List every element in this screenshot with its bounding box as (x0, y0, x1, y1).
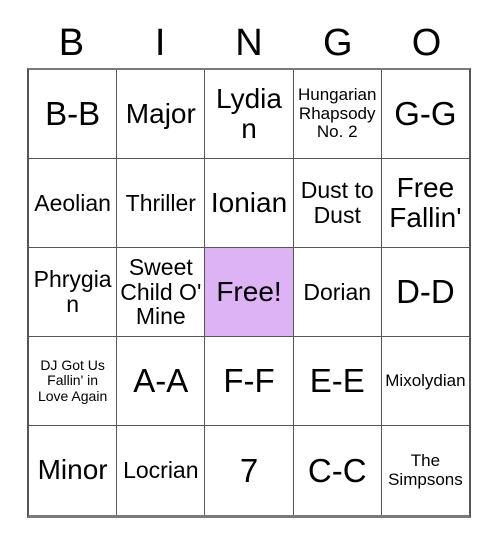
bingo-cell[interactable]: E-E (294, 337, 382, 425)
bingo-cell[interactable]: Dust to Dust (294, 159, 382, 247)
bingo-header-letter-n: N (235, 22, 263, 64)
bingo-cell-label: Hungarian Rhapsody No. 2 (297, 85, 377, 142)
bingo-cell-label: G-G (394, 95, 457, 133)
bingo-cell[interactable]: D-D (382, 248, 469, 336)
bingo-cell[interactable]: Major (117, 70, 206, 158)
bingo-cell-label: F-F (223, 362, 275, 400)
bingo-cell[interactable]: C-C (294, 426, 382, 515)
bingo-cell-label: Dust to Dust (300, 177, 374, 228)
bingo-cell[interactable]: Ionian (205, 159, 294, 247)
bingo-cell-label: A-A (133, 362, 189, 400)
bingo-cell-label: Free Fallin' (389, 171, 462, 233)
bingo-cell-label: Sweet Child O' Mine (120, 253, 202, 330)
bingo-header-letter-i: I (154, 22, 166, 64)
bingo-cell[interactable]: Dorian (294, 248, 382, 336)
bingo-cell[interactable]: Phrygian (29, 248, 118, 336)
bingo-row: Aeolian Thriller Ionian Dust to Dust Fre… (29, 159, 469, 248)
bingo-cell-label: Thriller (125, 189, 196, 216)
bingo-cell-label: Aeolian (34, 189, 111, 216)
bingo-cell[interactable]: The Simpsons (382, 426, 469, 515)
bingo-cell-label: Dorian (303, 278, 372, 305)
bingo-card: B I N G O B-B Major Lydian Hungarian Rha… (27, 18, 471, 518)
bingo-cell[interactable]: F-F (205, 337, 294, 425)
bingo-cell[interactable]: Free Fallin' (382, 159, 469, 247)
bingo-cell-label: Lydian (216, 82, 282, 144)
bingo-grid: B-B Major Lydian Hungarian Rhapsody No. … (27, 68, 471, 518)
bingo-cell-label: DJ Got Us Fallin' in Love Again (37, 357, 108, 404)
bingo-header-letter-b: B (58, 22, 85, 64)
bingo-cell-label: Minor (37, 454, 108, 486)
bingo-cell[interactable]: A-A (117, 337, 206, 425)
bingo-cell-label: E-E (309, 362, 365, 400)
bingo-cell[interactable]: B-B (29, 70, 118, 158)
bingo-cell-label: Major (125, 97, 196, 129)
bingo-cell[interactable]: G-G (382, 70, 469, 158)
bingo-cell[interactable]: Locrian (117, 426, 206, 515)
bingo-row: Phrygian Sweet Child O' Mine Free! Doria… (29, 248, 469, 337)
bingo-cell-label: Mixolydian (385, 370, 466, 390)
bingo-cell[interactable]: Minor (29, 426, 118, 515)
bingo-cell-label: B-B (45, 95, 101, 133)
bingo-cell-label: Ionian (210, 186, 288, 218)
bingo-cell[interactable]: Thriller (117, 159, 206, 247)
bingo-cell-label: 7 (239, 451, 259, 489)
bingo-cell-label: Free! (216, 275, 282, 307)
bingo-cell[interactable]: Sweet Child O' Mine (117, 248, 206, 336)
bingo-row: Minor Locrian 7 C-C The Simpsons (29, 426, 469, 515)
bingo-cell-label: The Simpsons (388, 451, 463, 489)
bingo-cell[interactable]: Aeolian (29, 159, 118, 247)
bingo-cell-label: C-C (307, 451, 367, 489)
bingo-cell[interactable]: Mixolydian (382, 337, 469, 425)
bingo-cell-label: Locrian (123, 457, 199, 484)
bingo-cell[interactable]: Hungarian Rhapsody No. 2 (294, 70, 382, 158)
bingo-cell-label: Phrygian (33, 266, 112, 317)
bingo-free-cell[interactable]: Free! (205, 248, 294, 336)
bingo-cell[interactable]: Lydian (205, 70, 294, 158)
bingo-cell-label: D-D (396, 273, 455, 311)
bingo-row: B-B Major Lydian Hungarian Rhapsody No. … (29, 70, 469, 159)
bingo-header-letter-g: G (323, 22, 353, 64)
bingo-header-row: B I N G O (27, 18, 471, 68)
bingo-cell[interactable]: DJ Got Us Fallin' in Love Again (29, 337, 118, 425)
bingo-cell[interactable]: 7 (205, 426, 294, 515)
bingo-header-letter-o: O (411, 22, 442, 64)
bingo-row: DJ Got Us Fallin' in Love Again A-A F-F … (29, 337, 469, 426)
